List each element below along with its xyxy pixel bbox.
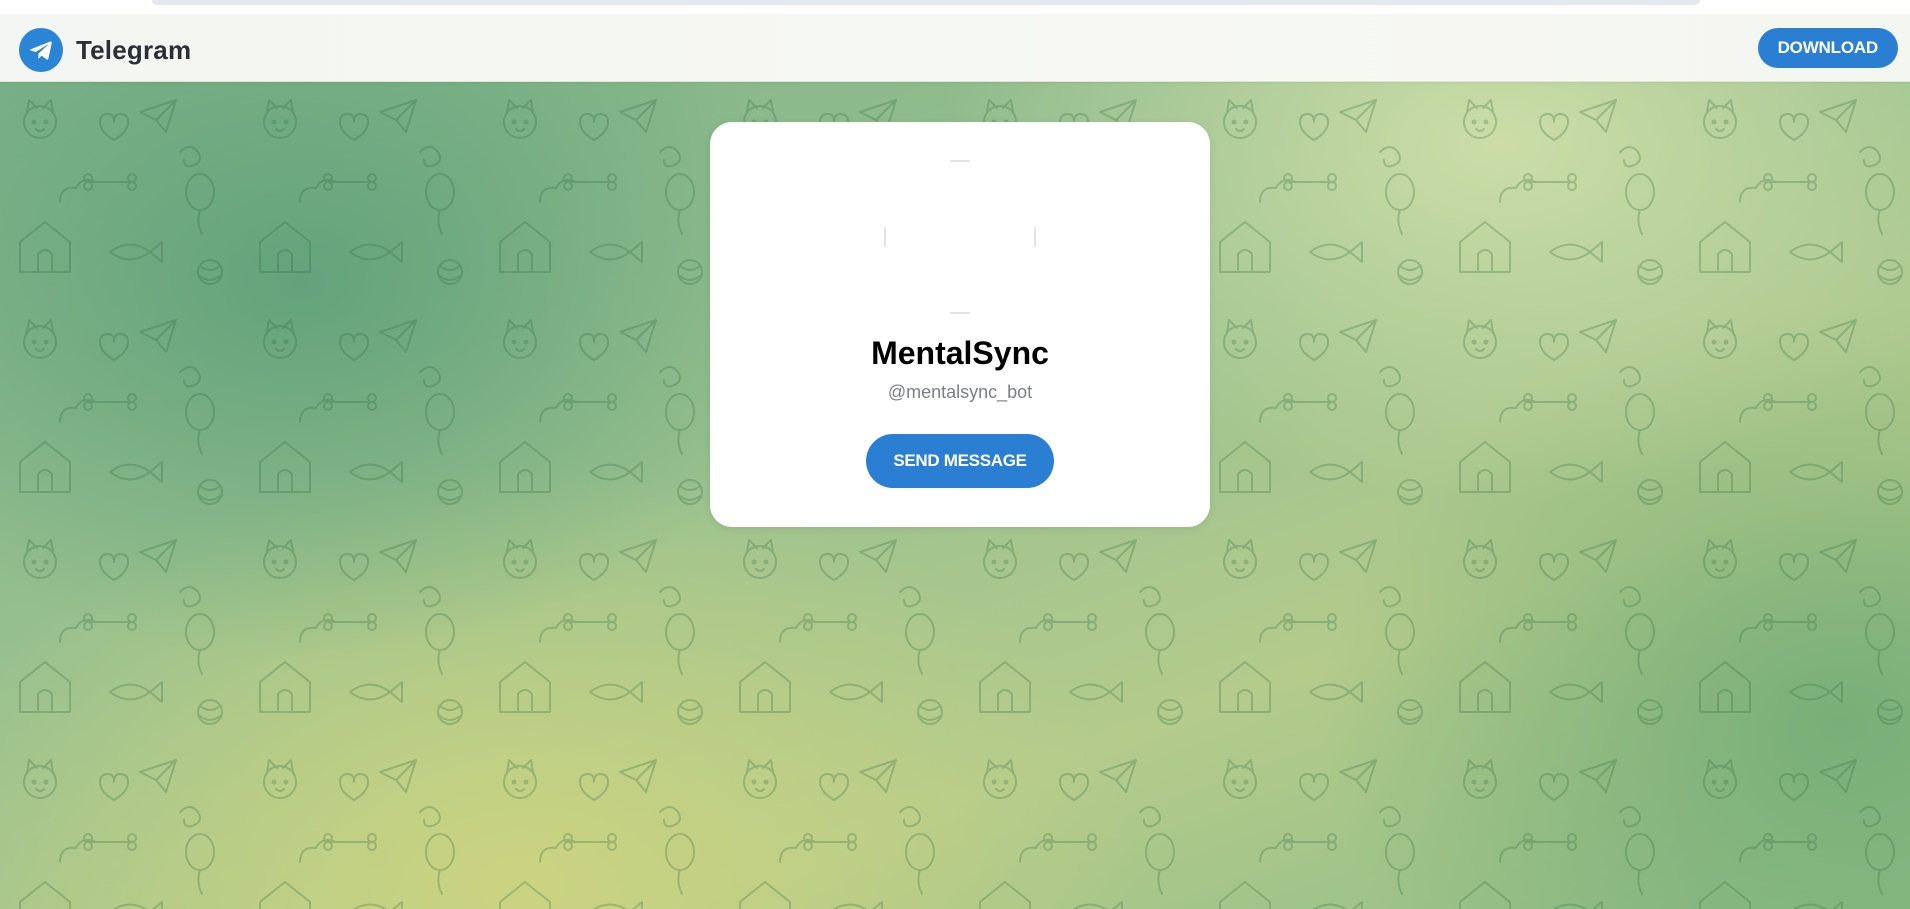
browser-top-strip — [0, 0, 1910, 14]
address-bar-edge — [152, 0, 1700, 5]
bot-name: MentalSync — [871, 335, 1049, 371]
telegram-home-link[interactable]: Telegram — [19, 28, 191, 72]
download-button[interactable]: DOWNLOAD — [1757, 28, 1898, 68]
bot-avatar — [884, 160, 1036, 314]
bot-profile-card: MentalSync @mentalsync_bot SEND MESSAGE — [710, 122, 1210, 527]
send-message-button[interactable]: SEND MESSAGE — [866, 434, 1054, 488]
bot-username: @mentalsync_bot — [887, 382, 1033, 402]
telegram-plane-icon — [19, 28, 63, 72]
brand-name: Telegram — [76, 34, 192, 65]
page-header: Telegram DOWNLOAD — [0, 14, 1910, 82]
